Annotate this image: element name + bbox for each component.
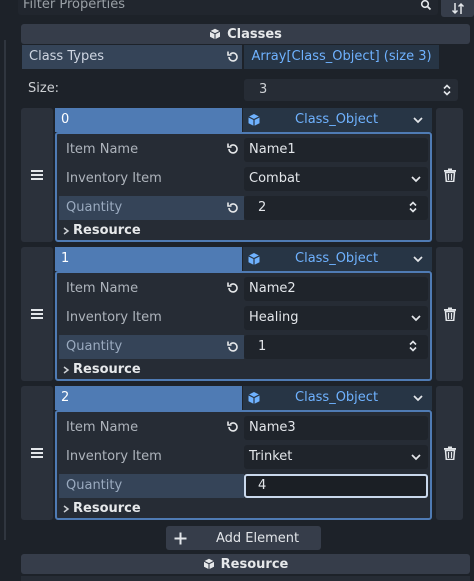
resource-section-title: Resource (220, 556, 289, 572)
element-2-drag-handle[interactable] (21, 386, 53, 520)
inventory-item-label: Inventory Item (66, 171, 162, 186)
trash-icon (443, 168, 457, 182)
scroll-gutter (4, 40, 6, 540)
chevron-down-icon (410, 312, 422, 324)
element-1-drag-handle[interactable] (21, 247, 53, 381)
cube-icon (247, 252, 261, 266)
spinner-arrows-icon[interactable] (408, 339, 418, 353)
revert-icon[interactable] (226, 281, 240, 295)
drag-handle-icon (30, 169, 44, 181)
inventory-item-dropdown[interactable]: Combat (244, 167, 428, 191)
element-0-type-label: Class_Object (295, 112, 379, 127)
element-1-panel: Item Name Name2 Inventory Item Healing Q… (55, 271, 432, 381)
item-name-field[interactable]: Name2 (244, 277, 428, 301)
inventory-item-value: Trinket (249, 449, 293, 464)
inventory-item-value: Healing (249, 310, 299, 325)
element-0-drag-handle[interactable] (21, 108, 53, 242)
item-name-field[interactable]: Name3 (244, 416, 428, 440)
inventory-item-dropdown[interactable]: Healing (244, 306, 428, 330)
chevron-down-icon (410, 173, 422, 185)
inventory-item-value: Combat (249, 171, 301, 186)
quantity-label: Quantity (59, 196, 225, 220)
element-2-index: 2 (55, 386, 242, 410)
element-0-delete-button[interactable] (436, 108, 463, 242)
resource-label: Resource (73, 362, 141, 377)
plus-icon (168, 532, 192, 545)
cube-icon (203, 558, 215, 570)
cube-icon (247, 391, 261, 405)
revert-icon[interactable] (226, 420, 240, 434)
cube-icon (209, 28, 221, 40)
drag-handle-icon (30, 308, 44, 320)
element-2-panel: Item Name Name3 Inventory Item Trinket Q… (55, 410, 432, 520)
element-2-resource-expander[interactable]: Resource (62, 500, 141, 518)
quantity-spinbox[interactable]: 1 (244, 335, 428, 359)
element-0-index: 0 (55, 108, 242, 132)
element-0-resource-expander[interactable]: Resource (62, 222, 141, 240)
element-2-type-label: Class_Object (295, 390, 379, 405)
resource-label: Resource (73, 501, 141, 516)
quantity-value: 1 (258, 339, 267, 354)
chevron-down-icon (410, 451, 422, 463)
chevron-down-icon (412, 392, 424, 404)
chevron-down-icon (412, 114, 424, 126)
quantity-spinbox[interactable]: 2 (244, 196, 428, 220)
element-1-type-picker[interactable]: Class_Object (243, 247, 432, 271)
chevron-right-icon (62, 504, 70, 514)
revert-icon[interactable] (226, 340, 240, 354)
quantity-label: Quantity (59, 474, 244, 498)
inventory-item-label: Inventory Item (66, 310, 162, 325)
inventory-item-label: Inventory Item (66, 449, 162, 464)
trash-icon (443, 446, 457, 460)
element-2-type-picker[interactable]: Class_Object (243, 386, 432, 410)
class-types-array-button[interactable]: Array[Class_Object] (size 3) (244, 45, 439, 69)
classes-section-title: Classes (227, 26, 282, 42)
add-element-label: Add Element (216, 530, 300, 546)
size-value: 3 (259, 82, 268, 97)
next-row-edge (21, 576, 470, 581)
chevron-right-icon (62, 365, 70, 375)
revert-icon[interactable] (226, 201, 240, 215)
sort-icon (451, 2, 465, 16)
item-name-label: Item Name (66, 142, 139, 157)
item-name-label: Item Name (66, 420, 139, 435)
cube-icon (247, 113, 261, 127)
class-types-label: Class Types (22, 45, 242, 69)
quantity-spinbox-editing[interactable]: 4 (244, 474, 428, 498)
trash-icon (443, 307, 457, 321)
resource-label: Resource (73, 223, 141, 238)
item-name-label: Item Name (66, 281, 139, 296)
quantity-value: 4 (258, 478, 267, 493)
item-name-field[interactable]: Name1 (244, 138, 428, 162)
sort-button[interactable] (441, 0, 474, 17)
inventory-item-dropdown[interactable]: Trinket (244, 445, 428, 469)
quantity-value: 2 (258, 200, 267, 215)
filter-properties-input[interactable]: Filter Properties (18, 0, 438, 15)
element-0-panel: Item Name Name1 Inventory Item Combat Qu… (55, 132, 432, 242)
revert-icon[interactable] (224, 47, 242, 67)
revert-icon[interactable] (226, 142, 240, 156)
size-spinbox[interactable]: 3 (244, 79, 458, 101)
element-2-delete-button[interactable] (436, 386, 463, 520)
spinner-arrows-icon[interactable] (408, 200, 418, 214)
element-1-type-label: Class_Object (295, 251, 379, 266)
element-1-index: 1 (55, 247, 242, 271)
resource-section-header[interactable]: Resource (21, 554, 470, 574)
quantity-label: Quantity (59, 335, 225, 359)
classes-section-header[interactable]: Classes (21, 24, 470, 44)
element-0-type-picker[interactable]: Class_Object (243, 108, 432, 132)
spinner-arrows-icon[interactable] (440, 81, 454, 99)
add-element-button[interactable]: Add Element (166, 526, 321, 550)
search-icon (417, 0, 435, 12)
element-1-resource-expander[interactable]: Resource (62, 361, 141, 379)
element-1-delete-button[interactable] (436, 247, 463, 381)
drag-handle-icon (30, 447, 44, 459)
chevron-down-icon (412, 253, 424, 265)
chevron-right-icon (62, 226, 70, 236)
size-label: Size: (28, 81, 60, 96)
